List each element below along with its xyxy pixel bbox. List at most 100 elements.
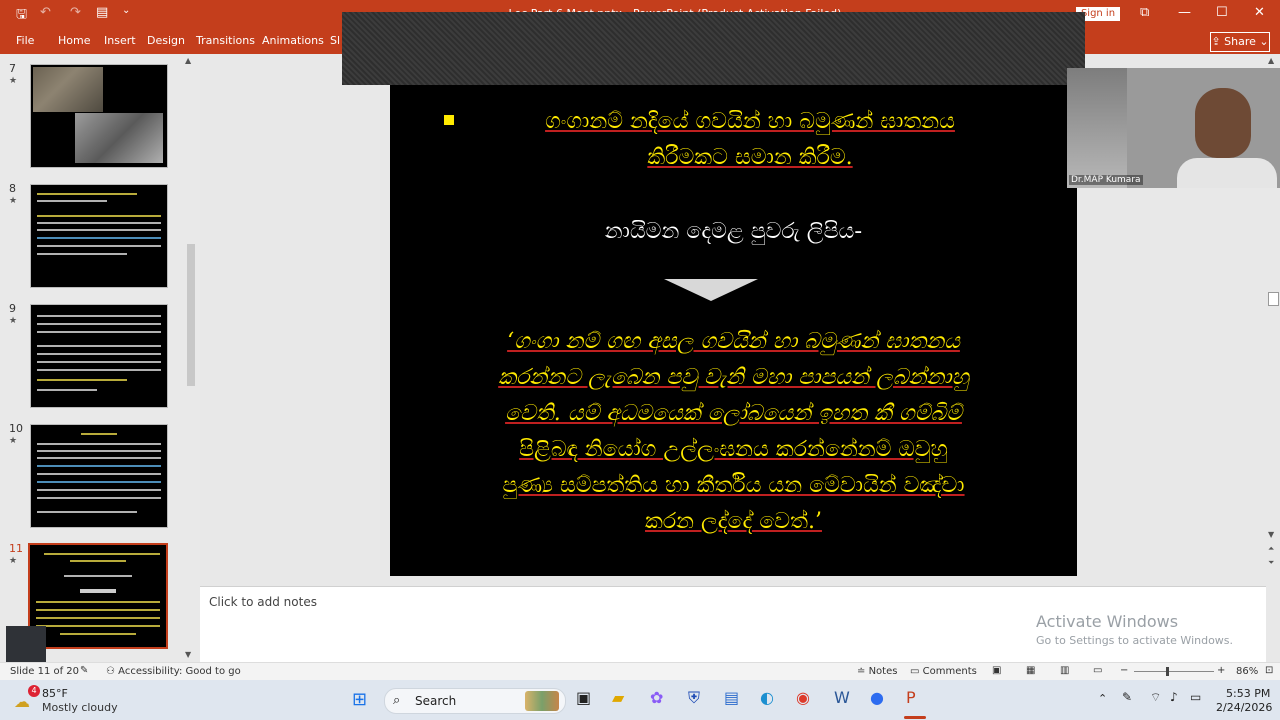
clock-date[interactable]: 2/24/2026 — [1216, 701, 1272, 714]
minimize-button[interactable]: — — [1178, 5, 1191, 20]
weather-icon[interactable]: ☁ — [14, 692, 30, 711]
tab-transitions[interactable]: Transitions — [196, 34, 255, 47]
animation-star-icon: ★ — [9, 76, 18, 86]
accessibility-label: Accessibility: Good to go — [118, 666, 241, 677]
file-explorer-icon[interactable]: ▰ — [612, 688, 624, 707]
zoom-out-icon[interactable]: − — [1120, 665, 1128, 676]
slide-thumbnail-10[interactable] — [30, 424, 168, 528]
animation-star-icon: ★ — [9, 436, 18, 446]
scroll-down-icon[interactable]: ▼ — [1268, 530, 1274, 539]
customize-icon[interactable]: ▤ — [96, 5, 108, 20]
tab-design[interactable]: Design — [147, 34, 185, 47]
ribbon-display-icon[interactable]: ⧉ — [1140, 5, 1149, 20]
bullet-line-2[interactable]: කිරීමකට සමාන කිරීම. — [470, 145, 1030, 170]
thumb-overlay — [6, 626, 46, 662]
redo-icon[interactable]: ↷ — [70, 5, 81, 20]
pen-icon[interactable]: ✎ — [1122, 690, 1132, 704]
close-button[interactable]: ✕ — [1254, 5, 1265, 20]
start-icon[interactable]: ⊞ — [352, 689, 367, 710]
tray-chevron-icon[interactable]: ⌃ — [1098, 692, 1107, 705]
notes-pane[interactable]: Click to add notes Activate Windows Go t… — [200, 586, 1266, 663]
maximize-button[interactable]: ☐ — [1216, 5, 1228, 20]
participant-name: Dr.MAP Kumara — [1069, 175, 1143, 185]
accessibility-status[interactable]: ⚇ Accessibility: Good to go — [106, 666, 241, 677]
previous-slide-icon[interactable]: ⏶ — [1268, 544, 1274, 554]
slide-heading[interactable]: නායිමන දෙමළ පුවරු ලිපිය- — [390, 219, 1077, 244]
more-icon[interactable]: ⌄ — [122, 5, 130, 16]
slide-thumbnail-9[interactable] — [30, 304, 168, 408]
word-icon[interactable]: W — [834, 688, 850, 707]
comments-label: Comments — [922, 666, 977, 677]
animation-star-icon: ★ — [9, 316, 18, 326]
bookshelf-image — [1067, 68, 1127, 188]
zoom-slider-thumb[interactable] — [1166, 667, 1169, 676]
zoom-slider[interactable] — [1134, 671, 1214, 672]
quote-line-3[interactable]: වෙති. යම් අධමයෙක් ලෝබයෙන් ඉහත කී ගම්බිම් — [400, 401, 1067, 426]
quote-line-6[interactable]: කරන ලද්දේ වෙත්.’ — [400, 509, 1067, 534]
person-face — [1195, 88, 1251, 158]
chrome-icon[interactable]: ◉ — [796, 688, 810, 707]
zoom-app-icon[interactable]: ● — [870, 688, 884, 707]
powerpoint-icon[interactable]: P — [906, 688, 916, 707]
search-label: Search — [415, 694, 457, 708]
slide-thumbnail-8[interactable] — [30, 184, 168, 288]
comments-button[interactable]: ▭ Comments — [910, 666, 977, 677]
task-view-icon[interactable]: ▣ — [576, 688, 591, 707]
slide-thumbnail-11[interactable] — [28, 543, 168, 649]
volume-icon[interactable]: ♪ — [1170, 690, 1178, 704]
wifi-icon[interactable]: ⌔ — [1150, 690, 1161, 705]
webcam-feed: Dr.MAP Kumara — [1067, 68, 1280, 188]
comments-icon: ▭ — [910, 666, 923, 677]
notes-button[interactable]: ≐ Notes — [857, 666, 897, 677]
undo-icon[interactable]: ↶ — [40, 5, 51, 20]
zoom-level[interactable]: 86% — [1236, 666, 1258, 677]
thumb-number-9: 9 — [9, 302, 16, 315]
slide-sorter-icon[interactable]: ▦ — [1026, 665, 1035, 676]
edge-icon[interactable]: ◐ — [760, 688, 774, 707]
slide-canvas[interactable]: ගංගානම් නදියේ ගවයින් හා බමුණන් ඝාතනය කිර… — [390, 85, 1077, 576]
weather-condition[interactable]: Mostly cloudy — [42, 701, 118, 714]
tab-home[interactable]: Home — [58, 34, 90, 47]
scroll-thumb[interactable] — [1268, 292, 1279, 306]
save-icon[interactable]: 🖫 — [16, 5, 27, 27]
quote-line-1[interactable]: ‘ගංගා නම් ගඟ අසල ගවයින් හා බමුණන් ඝාතනය — [400, 329, 1067, 354]
bullet-line-1[interactable]: ගංගානම් නදියේ ගවයින් හා බමුණන් ඝාතනය — [470, 109, 1030, 134]
thumbnail-scroll-thumb[interactable] — [187, 244, 195, 386]
clock-time[interactable]: 5:53 PM — [1226, 687, 1270, 700]
scroll-up-icon[interactable]: ▲ — [185, 56, 191, 65]
tab-slideshow[interactable]: Sl — [330, 34, 340, 47]
thumb-number-8: 8 — [9, 182, 16, 195]
slideshow-icon[interactable]: ▭ — [1093, 665, 1102, 676]
slide-scrollbar[interactable]: ▲ ▼ ⏶ ⏷ — [1266, 56, 1280, 584]
slide-thumbnail-7[interactable] — [30, 64, 168, 168]
normal-view-icon[interactable]: ▣ — [992, 665, 1001, 676]
scroll-down-icon[interactable]: ▼ — [185, 650, 191, 659]
tab-file[interactable]: File — [16, 34, 34, 47]
notes-placeholder[interactable]: Click to add notes — [209, 595, 317, 609]
person-shirt — [1177, 158, 1277, 188]
tab-insert[interactable]: Insert — [104, 34, 136, 47]
notes-label: Notes — [868, 666, 898, 677]
fit-to-window-icon[interactable]: ⊡ — [1265, 665, 1273, 676]
quote-line-5[interactable]: පුණ්‍ය සම්පත්තිය හා කීර්තිය යන මේවායින් … — [400, 473, 1067, 498]
next-slide-icon[interactable]: ⏷ — [1268, 558, 1274, 568]
search-box[interactable]: ⌕ Search — [384, 688, 566, 714]
thumb-number-11: 11 — [9, 542, 23, 555]
store-icon[interactable]: ▤ — [724, 688, 739, 707]
copilot-icon[interactable]: ✿ — [650, 688, 663, 707]
share-button[interactable]: ⇪ Share ⌄ — [1210, 32, 1270, 52]
battery-icon[interactable]: ▭ — [1190, 690, 1201, 704]
tab-animations[interactable]: Animations — [262, 34, 324, 47]
spelling-icon[interactable]: ✎ — [80, 665, 88, 676]
status-bar: Slide 11 of 20 ✎ ⚇ Accessibility: Good t… — [0, 662, 1280, 681]
zoom-in-icon[interactable]: + — [1217, 665, 1225, 676]
scroll-up-icon[interactable]: ▲ — [1268, 56, 1274, 65]
active-app-indicator — [904, 716, 926, 719]
quote-line-2[interactable]: කරන්නට ලැබෙන පවු වැනි මහා පාපයන් ලබන්නාහ… — [400, 365, 1067, 390]
reading-view-icon[interactable]: ▥ — [1060, 665, 1069, 676]
defender-icon[interactable]: ⛨ — [688, 688, 700, 708]
temperature[interactable]: 85°F — [42, 687, 68, 700]
down-arrow-icon — [664, 279, 758, 301]
share-icon: ⇪ — [1211, 35, 1225, 48]
quote-line-4[interactable]: පිළිබඳ නියෝග උල්ලංඝනය කරන්නේනම් ඔවුහු — [400, 437, 1067, 462]
